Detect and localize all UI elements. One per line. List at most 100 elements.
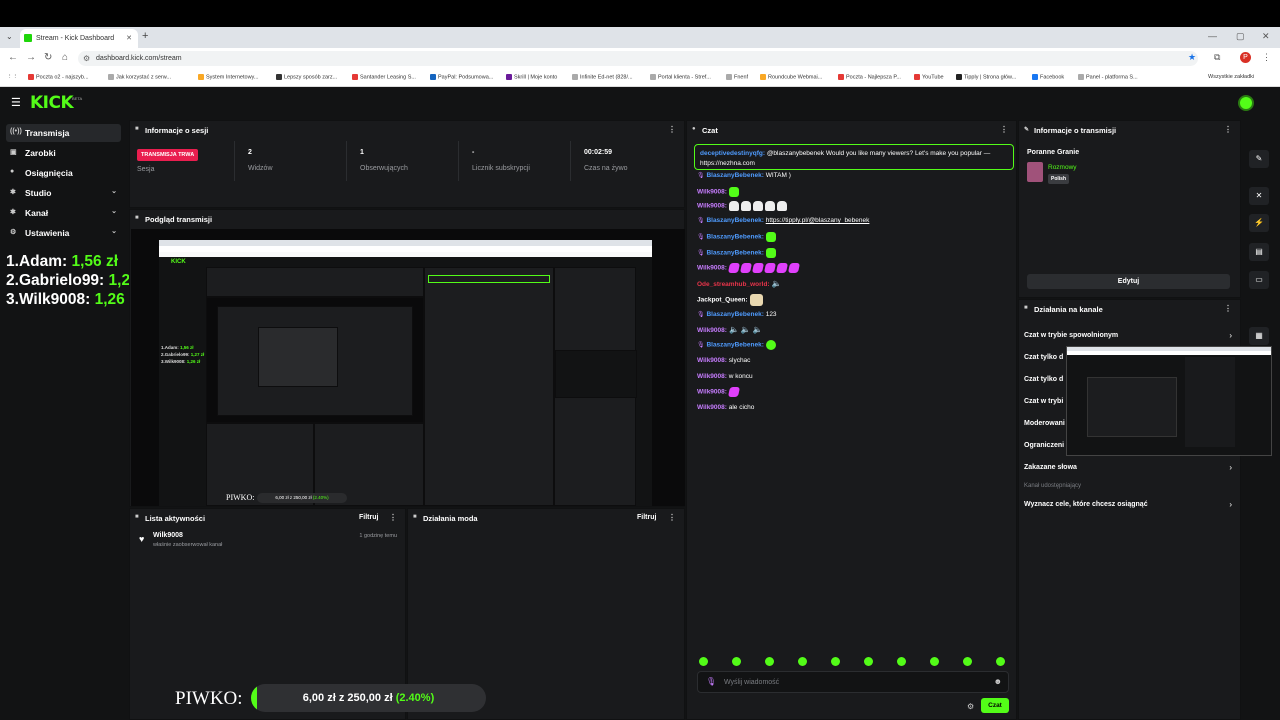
more-options-icon[interactable]: ⋮ <box>668 125 676 134</box>
chat-send-button[interactable]: Czat <box>981 698 1009 713</box>
channel-action-followers-only[interactable]: Czat tylko d <box>1024 354 1063 361</box>
sidebar-item-ustawienia[interactable]: ⚙ Ustawienia ⌄ <box>6 224 121 242</box>
quick-emote-icon[interactable] <box>699 657 708 666</box>
bookmark-item[interactable]: Santander Leasing S... <box>352 74 416 80</box>
home-icon[interactable]: ⌂ <box>62 52 68 63</box>
edit-pencil-icon[interactable]: ✎ <box>1249 150 1269 168</box>
site-info-icon[interactable]: ⚙ <box>83 54 90 63</box>
channel-action-goals[interactable]: Wyznacz cele, które chcesz osiągnąć <box>1024 501 1148 508</box>
forward-icon[interactable]: → <box>26 52 36 63</box>
bookmark-item[interactable]: YouTube <box>914 74 944 80</box>
chat-message: Wilk9008: ale cicho <box>697 404 755 411</box>
divider <box>570 141 571 181</box>
channel-action-moderation[interactable]: Moderowani <box>1024 420 1065 427</box>
new-tab-icon[interactable]: + <box>142 30 148 42</box>
bookmark-item[interactable]: PayPal: Podsumowa... <box>430 74 493 80</box>
stat-followers: 1 Obserwujących <box>360 149 408 172</box>
emoji-icon[interactable]: ☻ <box>994 677 1002 686</box>
quick-emote-icon[interactable] <box>798 657 807 666</box>
sidebar-item-zarobki[interactable]: ▣ Zarobki <box>6 144 121 162</box>
browser-tab[interactable]: Stream - Kick Dashboard ✕ <box>20 29 138 48</box>
quick-emote-icon[interactable] <box>732 657 741 666</box>
quick-emote-icon[interactable] <box>996 657 1005 666</box>
sidebar-item-transmisja[interactable]: ((•)) Transmisja <box>6 124 121 142</box>
user-avatar[interactable] <box>1238 95 1254 111</box>
preview-logo: KICK <box>171 259 186 265</box>
dance-emote-icon <box>739 263 753 273</box>
bookmark-star-icon[interactable]: ★ <box>1188 52 1196 63</box>
chat-bubble-icon[interactable]: ▭ <box>1249 271 1269 289</box>
kick-favicon-icon <box>24 34 32 42</box>
more-options-icon[interactable]: ⋮ <box>668 513 676 522</box>
all-bookmarks-folder[interactable]: Wszystkie zakładki <box>1208 74 1254 80</box>
extensions-icon[interactable]: ⧉ <box>1214 52 1220 63</box>
bookmark-item[interactable]: Lepszy sposób zarz... <box>276 74 337 80</box>
hamburger-menu-icon[interactable]: ☰ <box>11 96 21 109</box>
quick-emote-icon[interactable] <box>864 657 873 666</box>
maximize-icon[interactable]: ▢ <box>1236 31 1245 42</box>
category-link[interactable]: Rozmowy <box>1048 164 1077 171</box>
reload-icon[interactable]: ↻ <box>44 52 52 63</box>
channel-action-slow-mode[interactable]: Czat w trybie spowolnionym <box>1024 332 1118 339</box>
kick-logo[interactable]: KICK <box>30 93 74 113</box>
chat-message: 🎙 BlaszanyBebenek: 123 <box>697 311 777 318</box>
filter-button[interactable]: Filtruj <box>637 514 656 521</box>
stat-value: 1 <box>360 149 364 156</box>
bookmark-item[interactable]: Roundcube Webmai... <box>760 74 822 80</box>
channel-action-emote-mode[interactable]: Czat w trybi <box>1024 398 1063 405</box>
goal-label: PIWKO: <box>175 688 243 709</box>
bookmark-item[interactable]: Jak korzystać z serw... <box>108 74 171 80</box>
menu-dots-icon[interactable]: ⋮ <box>1262 52 1271 63</box>
preview-overlay-shot <box>555 350 637 398</box>
bookmark-item[interactable]: System Internetowy... <box>198 74 258 80</box>
back-icon[interactable]: ← <box>8 52 18 63</box>
profile-avatar-icon[interactable]: P <box>1240 52 1251 63</box>
preview-topbar: KICK <box>159 257 652 267</box>
more-options-icon[interactable]: ⋮ <box>1000 125 1008 134</box>
sidebar-item-kanal[interactable]: ✱ Kanał ⌄ <box>6 204 121 222</box>
channel-action-subs-only[interactable]: Czat tylko d <box>1024 376 1063 383</box>
channel-action-banned-words[interactable]: Zakazane słowa <box>1024 464 1077 471</box>
more-options-icon[interactable]: ⋮ <box>1224 304 1232 313</box>
sidebar-item-studio[interactable]: ✱ Studio ⌄ <box>6 184 121 202</box>
quick-emote-icon[interactable] <box>765 657 774 666</box>
bookmark-item[interactable]: Poczta - Najlepsza P... <box>838 74 901 80</box>
apps-icon[interactable]: ⋮⋮ <box>7 74 18 80</box>
chat-settings-icon[interactable]: ⚙ <box>967 702 974 711</box>
bookmark-item[interactable]: Fnenf <box>726 74 748 80</box>
preview-video[interactable]: KICK 1.Adam: 1,56 zł 2.Gabrielo99: 1,27 … <box>159 240 652 506</box>
leaderboard-entry: 1.Adam: 1,56 zł <box>6 253 119 270</box>
channel-action-restrictions[interactable]: Ograniczeni <box>1024 442 1064 449</box>
quick-emote-icon[interactable] <box>930 657 939 666</box>
quick-emote-icon[interactable] <box>831 657 840 666</box>
document-icon[interactable]: ▤ <box>1249 243 1269 261</box>
layout-icon[interactable]: ▦ <box>1249 327 1269 345</box>
quick-emote-icon[interactable] <box>963 657 972 666</box>
bookmark-item[interactable]: Poczta o2 - najszyb... <box>28 74 89 80</box>
bookmark-item[interactable]: Infinite Ed-net (828/... <box>572 74 633 80</box>
bookmark-item[interactable]: Tipply | Strona głów... <box>956 74 1016 80</box>
bookmark-item[interactable]: Skrill | Moje konto <box>506 74 557 80</box>
edit-button[interactable]: Edytuj <box>1027 274 1230 289</box>
minimize-icon[interactable]: — <box>1208 31 1217 41</box>
sidebar-item-osiagniecia[interactable]: ● Osiągnięcia <box>6 164 121 182</box>
bookmark-item[interactable]: Portal klienta - Stref... <box>650 74 711 80</box>
mic-badge-icon: 🎙 <box>697 218 705 224</box>
chat-input[interactable]: 🎙 Wyślij wiadomość ☻ <box>697 671 1009 693</box>
more-options-icon[interactable]: ⋮ <box>1224 125 1232 134</box>
bookmark-item[interactable]: Facebook <box>1032 74 1064 80</box>
close-tab-icon[interactable]: ✕ <box>126 34 132 42</box>
activity-user[interactable]: Wilk9008 <box>153 532 183 539</box>
dance-emote-icon <box>775 263 789 273</box>
url-field[interactable]: ⚙ dashboard.kick.com/stream <box>78 51 1198 66</box>
quick-emote-icon[interactable] <box>897 657 906 666</box>
close-window-icon[interactable]: ✕ <box>1262 31 1270 42</box>
bookmark-item[interactable]: Panel - platforma S... <box>1078 74 1138 80</box>
more-options-icon[interactable]: ⋮ <box>389 513 397 522</box>
chat-link[interactable]: https://tipply.pl/@blaszany_bebenek <box>766 217 870 224</box>
lightning-icon[interactable]: ⚡ <box>1249 214 1269 232</box>
x-icon[interactable]: ✕ <box>1249 187 1269 205</box>
filter-button[interactable]: Filtruj <box>359 514 378 521</box>
tab-search-icon[interactable]: ⌄ <box>6 32 13 41</box>
broadcast-icon: ((•)) <box>10 128 22 135</box>
